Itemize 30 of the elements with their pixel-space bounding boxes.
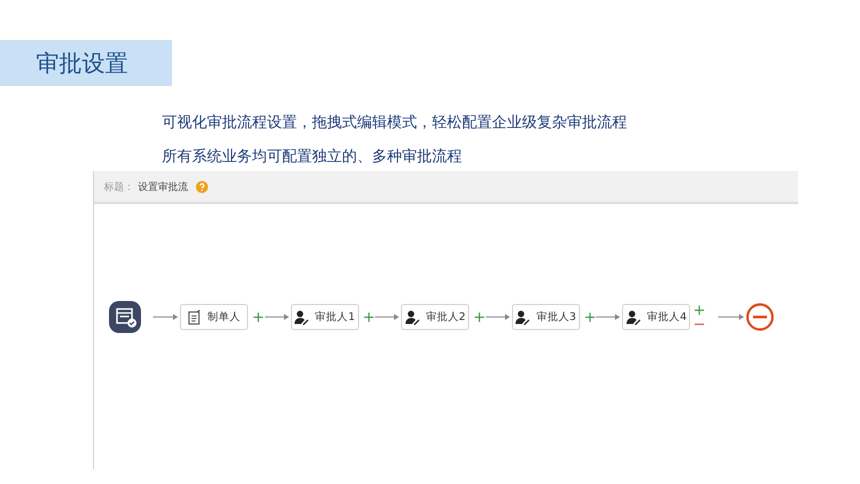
flow-node[interactable]: 审批人1 <box>290 304 359 330</box>
title-value: 设置审批流 <box>138 180 188 194</box>
help-icon[interactable] <box>196 180 208 192</box>
user-pen-icon <box>404 310 420 324</box>
description-text: 可视化审批流程设置，拖拽式编辑模式，轻松配置企业级复杂审批流程 <box>162 112 628 133</box>
description-text: 所有系统业务均可配置独立的、多种审批流程 <box>162 146 463 167</box>
arrow <box>486 313 510 321</box>
flow-node[interactable]: 制单人 <box>180 304 248 330</box>
document-icon <box>188 310 202 324</box>
user-pen-icon <box>626 310 641 324</box>
title-label: 标题： <box>104 180 134 194</box>
add-button[interactable]: + <box>362 310 376 324</box>
arrow <box>153 313 178 321</box>
add-button[interactable]: + <box>252 310 265 324</box>
start-node-icon[interactable] <box>109 301 141 333</box>
flow-node[interactable]: 审批人4 <box>622 304 690 330</box>
flow-node[interactable]: 审批人3 <box>512 304 580 330</box>
flow-node[interactable]: 审批人2 <box>401 304 470 330</box>
slide-title: 审批设置 <box>36 50 128 78</box>
add-button[interactable]: + <box>584 310 596 324</box>
remove-button[interactable]: − <box>693 317 706 331</box>
end-node-icon[interactable] <box>746 303 774 331</box>
arrow <box>596 313 620 321</box>
add-button[interactable]: + <box>473 310 486 324</box>
user-pen-icon <box>515 310 530 324</box>
user-pen-icon <box>294 310 310 324</box>
arrow <box>375 313 400 321</box>
arrow <box>264 313 289 321</box>
arrow <box>718 313 744 321</box>
add-button[interactable]: + <box>693 303 706 317</box>
